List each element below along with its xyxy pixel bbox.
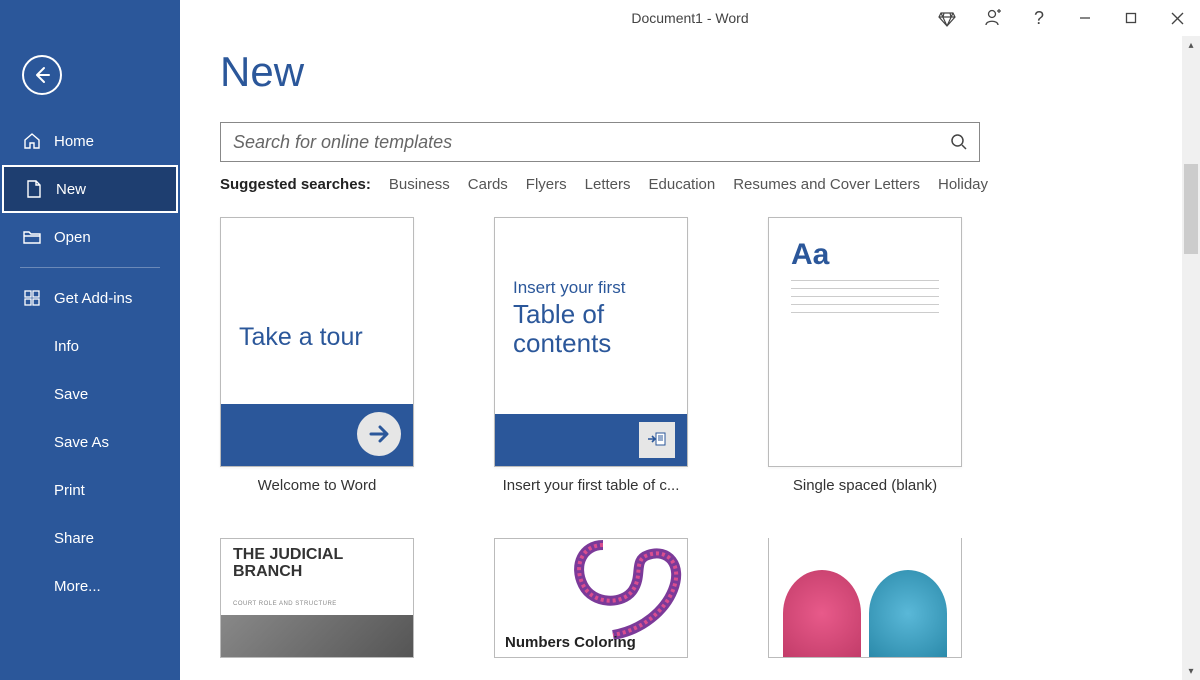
back-arrow-icon — [32, 65, 52, 85]
title-bar: Document1 - Word ? — [180, 0, 1200, 36]
template-grid: Take a tour Welcome to Word Insert your … — [220, 217, 1160, 494]
window-controls: ? — [924, 0, 1200, 36]
addins-icon — [22, 288, 42, 308]
tour-thumb-text: Take a tour — [239, 323, 363, 352]
help-icon: ? — [1034, 8, 1044, 29]
help-button[interactable]: ? — [1016, 0, 1062, 36]
numbers-thumb-shape — [573, 538, 688, 645]
aa-thumb-lines — [791, 280, 939, 320]
page-arrow-icon — [639, 422, 675, 458]
toc-thumb-line1: Insert your first — [513, 278, 625, 298]
suggested-business[interactable]: Business — [389, 176, 450, 193]
close-icon — [1171, 12, 1184, 25]
template-judicial[interactable]: THE JUDICIAL BRANCH COURT ROLE AND STRUC… — [220, 538, 414, 658]
template-thumbnail: THE JUDICIAL BRANCH COURT ROLE AND STRUC… — [220, 538, 414, 658]
suggested-letters[interactable]: Letters — [585, 176, 631, 193]
close-button[interactable] — [1154, 0, 1200, 36]
sidebar-item-new[interactable]: New — [2, 165, 178, 213]
page-title: New — [220, 48, 1160, 96]
toc-thumb-line2: Table of contents — [513, 300, 687, 357]
premium-button[interactable] — [924, 0, 970, 36]
sidebar-divider — [20, 267, 160, 268]
template-label: Single spaced (blank) — [793, 477, 937, 494]
scroll-down-button[interactable]: ▾ — [1182, 662, 1200, 680]
home-icon — [22, 131, 42, 151]
sidebar-item-more[interactable]: More... — [0, 562, 180, 610]
sidebar-item-addins[interactable]: Get Add-ins — [0, 274, 180, 322]
suggested-resumes[interactable]: Resumes and Cover Letters — [733, 176, 920, 193]
maximize-button[interactable] — [1108, 0, 1154, 36]
judicial-thumb-title: THE JUDICIAL BRANCH — [233, 547, 413, 581]
sidebar-item-label: Get Add-ins — [54, 290, 132, 307]
account-button[interactable] — [970, 0, 1016, 36]
template-thumbnail: Take a tour — [220, 217, 414, 467]
diamond-icon — [937, 8, 957, 28]
window-title: Document1 - Word — [631, 10, 748, 26]
suggested-flyers[interactable]: Flyers — [526, 176, 567, 193]
template-toc[interactable]: Insert your first Table of contents Inse… — [494, 217, 688, 494]
backstage-sidebar: Home New Open Get Add-ins Info Save Save… — [0, 0, 180, 680]
template-thumbnail: Insert your first Table of contents — [494, 217, 688, 467]
suggested-education[interactable]: Education — [649, 176, 716, 193]
sidebar-item-label: Open — [54, 229, 91, 246]
template-thumbnail: Aa — [768, 217, 962, 467]
sidebar-item-label: New — [56, 181, 86, 198]
sidebar-item-info[interactable]: Info — [0, 322, 180, 370]
maximize-icon — [1125, 12, 1137, 24]
template-thumbnail: Numbers Coloring — [494, 538, 688, 658]
sidebar-item-home[interactable]: Home — [0, 117, 180, 165]
search-icon — [950, 133, 968, 151]
template-flowers[interactable] — [768, 538, 962, 658]
vertical-scrollbar[interactable]: ▴ ▾ — [1182, 36, 1200, 680]
sidebar-item-share[interactable]: Share — [0, 514, 180, 562]
numbers-thumb-text: Numbers Coloring — [505, 635, 636, 651]
document-icon — [24, 179, 44, 199]
template-numbers[interactable]: Numbers Coloring — [494, 538, 688, 658]
minimize-button[interactable] — [1062, 0, 1108, 36]
sidebar-item-label: Home — [54, 133, 94, 150]
suggested-cards[interactable]: Cards — [468, 176, 508, 193]
sidebar-item-save[interactable]: Save — [0, 370, 180, 418]
arrow-right-icon — [357, 412, 401, 456]
scroll-track[interactable] — [1182, 54, 1200, 662]
template-single-spaced[interactable]: Aa Single spaced (blank) — [768, 217, 962, 494]
back-button[interactable] — [22, 55, 62, 95]
sidebar-item-saveas[interactable]: Save As — [0, 418, 180, 466]
scroll-thumb[interactable] — [1184, 164, 1198, 254]
suggested-label: Suggested searches: — [220, 176, 371, 193]
search-button[interactable] — [949, 132, 969, 152]
folder-icon — [22, 227, 42, 247]
flowers-thumb-shapes — [783, 570, 947, 657]
suggested-searches: Suggested searches: Business Cards Flyer… — [220, 176, 1160, 193]
aa-thumb-text: Aa — [791, 238, 829, 272]
template-label: Insert your first table of c... — [503, 477, 680, 494]
scroll-up-button[interactable]: ▴ — [1182, 36, 1200, 54]
sidebar-item-print[interactable]: Print — [0, 466, 180, 514]
suggested-holiday[interactable]: Holiday — [938, 176, 988, 193]
main-area: Document1 - Word ? New Suggested searche… — [180, 0, 1200, 680]
content-area: New Suggested searches: Business Cards F… — [180, 36, 1200, 680]
judicial-thumb-img — [221, 615, 413, 657]
sidebar-item-open[interactable]: Open — [0, 213, 180, 261]
judicial-thumb-sub: COURT ROLE AND STRUCTURE — [233, 601, 337, 607]
person-icon — [983, 8, 1003, 28]
template-label: Welcome to Word — [258, 477, 377, 494]
template-grid-row2: THE JUDICIAL BRANCH COURT ROLE AND STRUC… — [220, 538, 1160, 658]
search-input[interactable] — [233, 132, 949, 153]
template-thumbnail — [768, 538, 962, 658]
minimize-icon — [1079, 12, 1091, 24]
template-welcome[interactable]: Take a tour Welcome to Word — [220, 217, 414, 494]
search-box[interactable] — [220, 122, 980, 162]
